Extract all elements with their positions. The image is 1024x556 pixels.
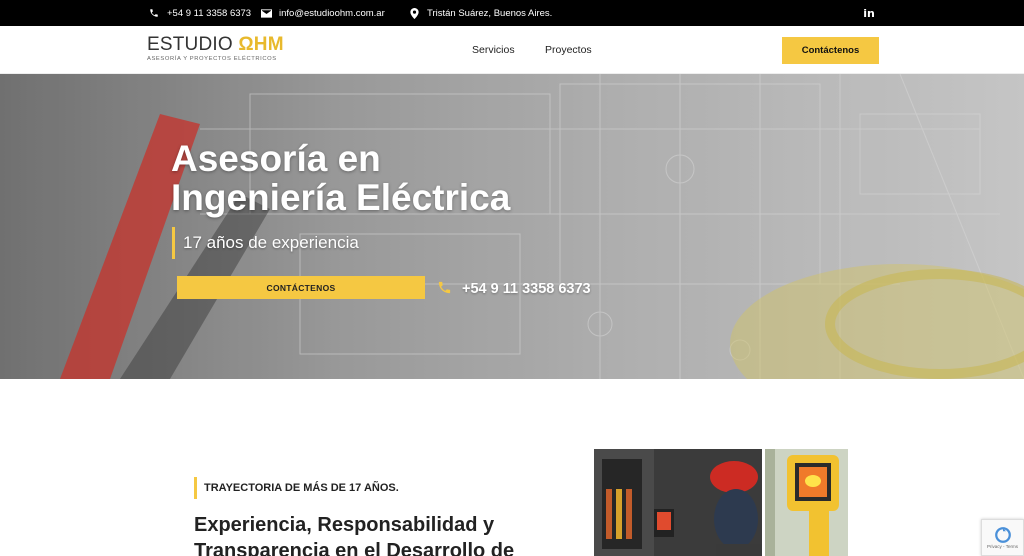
nav-servicios[interactable]: Servicios bbox=[472, 26, 515, 74]
section-heading: Experiencia, Responsabilidad y Transpare… bbox=[194, 512, 554, 556]
hero-contact-button[interactable]: CONTÁCTENOS bbox=[177, 276, 425, 299]
header-contact-button[interactable]: Contáctenos bbox=[782, 37, 879, 64]
phone-icon bbox=[437, 280, 452, 299]
site-header: ESTUDIO ΩHM ASESORÍA Y PROYECTOS ELÉCTRI… bbox=[0, 26, 1024, 74]
hero-title-line1: Asesoría en bbox=[171, 138, 381, 179]
recaptcha-badge[interactable]: Privacy - Terms bbox=[981, 519, 1024, 556]
photo-thermal-inspection-art bbox=[594, 449, 762, 556]
recaptcha-icon bbox=[994, 527, 1011, 543]
photo-thermal-camera bbox=[765, 449, 848, 556]
topbar-phone[interactable]: +54 9 11 3358 6373 bbox=[147, 0, 251, 26]
linkedin-icon[interactable]: in bbox=[862, 6, 876, 20]
topbar-location-text: Tristán Suárez, Buenos Aires. bbox=[427, 7, 553, 19]
recaptcha-text: Privacy - Terms bbox=[987, 544, 1018, 549]
logo-main: ESTUDIO bbox=[147, 34, 239, 55]
logo-tagline: ASESORÍA Y PROYECTOS ELÉCTRICOS bbox=[147, 56, 277, 62]
map-pin-icon bbox=[407, 6, 421, 20]
hero-title: Asesoría en Ingeniería Eléctrica bbox=[171, 139, 591, 217]
logo-accent: ΩHM bbox=[238, 34, 284, 55]
logo-wordmark: ESTUDIO ΩHM bbox=[147, 35, 297, 55]
section-heading-line1: Experiencia, Responsabilidad y bbox=[194, 514, 495, 536]
section-kicker: TRAYECTORIA DE MÁS DE 17 AÑOS. bbox=[194, 477, 399, 499]
hero-phone-link[interactable]: +54 9 11 3358 6373 bbox=[437, 279, 591, 299]
photo-thermal-camera-art bbox=[765, 449, 848, 556]
topbar-phone-text: +54 9 11 3358 6373 bbox=[167, 7, 252, 19]
envelope-icon bbox=[259, 6, 273, 20]
hero-subtitle: 17 años de experiencia bbox=[172, 227, 359, 259]
topbar-email[interactable]: info@estudioohm.com.ar bbox=[259, 0, 385, 26]
section-heading-line2: Transparencia en el Desarrollo de bbox=[194, 540, 515, 556]
logo[interactable]: ESTUDIO ΩHM ASESORÍA Y PROYECTOS ELÉCTRI… bbox=[147, 35, 297, 67]
nav-proyectos[interactable]: Proyectos bbox=[545, 26, 592, 74]
topbar-location: Tristán Suárez, Buenos Aires. bbox=[407, 0, 552, 26]
blueprint-background bbox=[0, 74, 1024, 379]
hero-banner: Asesoría en Ingeniería Eléctrica 17 años… bbox=[0, 74, 1024, 379]
topbar-email-text: info@estudioohm.com.ar bbox=[279, 7, 385, 19]
photo-thermal-inspection bbox=[594, 449, 762, 556]
hero-phone-text: +54 9 11 3358 6373 bbox=[462, 281, 591, 297]
top-contact-bar: +54 9 11 3358 6373 info@estudioohm.com.a… bbox=[0, 0, 1024, 26]
phone-icon bbox=[147, 6, 161, 20]
hero-title-line2: Ingeniería Eléctrica bbox=[171, 177, 511, 218]
